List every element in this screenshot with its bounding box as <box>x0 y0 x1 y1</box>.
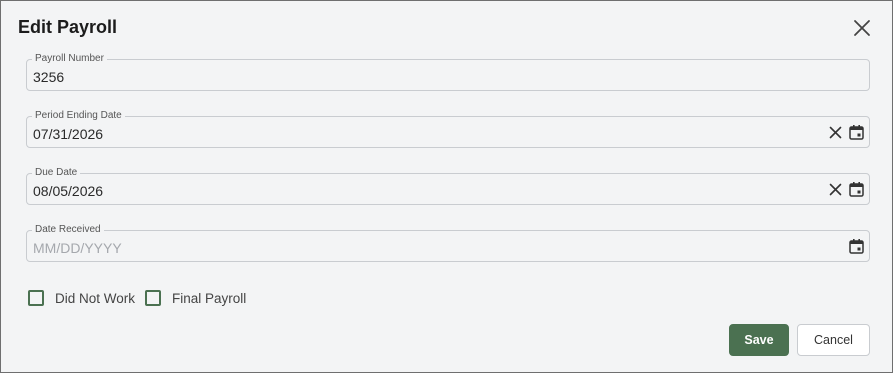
dialog-title: Edit Payroll <box>18 17 118 37</box>
date-received-field: Date Received <box>26 224 870 262</box>
final-payroll-box[interactable] <box>145 290 162 306</box>
payroll-number-label: Payroll Number <box>32 53 107 65</box>
checkbox-group: Did Not Work Final Payroll <box>28 290 256 306</box>
clear-icon[interactable] <box>827 181 844 198</box>
did-not-work-box[interactable] <box>28 290 44 306</box>
due-date-label: Due Date <box>32 167 81 179</box>
payroll-number-input[interactable] <box>33 69 813 85</box>
due-date-field: Due Date <box>26 167 870 205</box>
calendar-icon[interactable] <box>848 238 865 255</box>
clear-icon[interactable] <box>827 124 844 141</box>
payroll-number-field: Payroll Number <box>26 53 870 91</box>
close-icon[interactable] <box>851 17 873 39</box>
period-ending-date-input[interactable] <box>33 126 813 142</box>
calendar-icon[interactable] <box>848 124 865 141</box>
final-payroll-label: Final Payroll <box>172 290 247 306</box>
due-date-input[interactable] <box>33 183 813 199</box>
calendar-icon[interactable] <box>848 181 865 198</box>
final-payroll-checkbox[interactable]: Final Payroll <box>145 290 246 306</box>
edit-payroll-dialog: Edit Payroll Payroll Number Period Endin… <box>0 0 893 373</box>
period-ending-date-field: Period Ending Date <box>26 110 870 148</box>
date-received-input[interactable] <box>33 240 813 256</box>
did-not-work-checkbox[interactable]: Did Not Work <box>28 290 135 306</box>
date-received-label: Date Received <box>32 224 104 236</box>
did-not-work-label: Did Not Work <box>55 290 136 306</box>
save-button[interactable]: Save <box>729 324 789 356</box>
period-ending-date-label: Period Ending Date <box>32 110 125 122</box>
cancel-button[interactable]: Cancel <box>797 324 870 356</box>
